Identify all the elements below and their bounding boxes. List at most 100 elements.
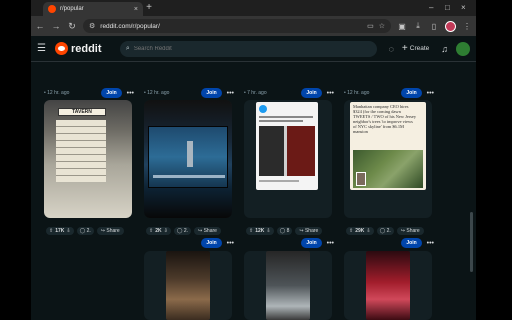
tab-title: r/popular — [60, 6, 84, 12]
headline-line: mansion — [353, 129, 368, 134]
upvote-icon[interactable]: ⇧ — [149, 228, 153, 234]
join-button[interactable]: Join — [301, 238, 322, 248]
share-icon: ↪ — [197, 228, 203, 234]
page-scrollbar[interactable] — [469, 62, 474, 320]
post-card[interactable] — [144, 251, 232, 320]
more-options-icon[interactable]: ••• — [427, 90, 434, 97]
box-stack — [56, 120, 106, 182]
more-options-icon[interactable]: ••• — [327, 240, 334, 247]
post-image-article[interactable]: Manhattan company CEO hires $324 (for th… — [350, 102, 426, 190]
post-image-video[interactable] — [166, 251, 210, 320]
back-icon[interactable]: ← — [35, 21, 45, 31]
tab-active[interactable]: r/popular × — [43, 2, 143, 16]
upvote-icon[interactable]: ⇧ — [49, 228, 53, 234]
share-button[interactable]: ↪ Share — [96, 227, 124, 235]
share-button[interactable]: ↪ Share — [295, 227, 323, 235]
site-info-icon[interactable]: ⚙ — [89, 22, 95, 30]
tv-screen — [148, 126, 228, 188]
close-window-icon[interactable]: × — [461, 3, 466, 13]
profile-avatar[interactable] — [445, 20, 456, 32]
more-options-icon[interactable]: ••• — [427, 240, 434, 247]
forward-icon[interactable]: → — [51, 21, 61, 31]
tab-strip: r/popular × + – □ × — [31, 0, 476, 16]
comment-count: 8 — [286, 228, 290, 234]
tweet-text-line — [259, 116, 313, 118]
extension-icon[interactable]: ▣ — [397, 22, 407, 31]
hamburger-menu-icon[interactable]: ☰ — [37, 43, 51, 54]
join-button[interactable]: Join — [201, 88, 222, 98]
post-image-tv-screen[interactable] — [144, 100, 232, 218]
vote-control[interactable]: ⇧ 17K ⇩ — [46, 227, 74, 235]
post-meta: • 12 hr. ago Join ••• — [144, 87, 234, 99]
article-inset-photo — [356, 172, 366, 186]
post-image-tweet[interactable] — [256, 102, 318, 190]
post-card[interactable] — [244, 251, 332, 320]
vote-control[interactable]: ⇧ 29K ⇩ — [346, 227, 374, 235]
join-button[interactable]: Join — [401, 88, 422, 98]
bookmark-star-icon[interactable]: ☆ — [379, 22, 385, 30]
new-tab-button[interactable]: + — [144, 3, 154, 13]
join-button[interactable]: Join — [301, 88, 322, 98]
cast-icon[interactable]: ▭ — [367, 22, 374, 30]
join-button[interactable]: Join — [201, 238, 222, 248]
share-label: Share — [406, 228, 420, 234]
share-button[interactable]: ↪ Share — [396, 227, 424, 235]
more-options-icon[interactable]: ••• — [127, 90, 134, 97]
post-image-window-view[interactable] — [266, 251, 310, 320]
upvote-icon[interactable]: ⇧ — [349, 228, 353, 234]
close-tab-icon[interactable]: × — [134, 6, 138, 13]
downvote-icon[interactable]: ⇩ — [366, 228, 370, 234]
tweet-footer — [259, 180, 299, 182]
post-card[interactable] — [344, 251, 432, 320]
more-options-icon[interactable]: ••• — [227, 240, 234, 247]
more-options-icon[interactable]: ••• — [327, 90, 334, 97]
upvote-icon[interactable]: ⇧ — [249, 228, 253, 234]
download-icon[interactable]: ⤓ — [413, 21, 423, 31]
search-input[interactable] — [133, 45, 371, 52]
downvote-icon[interactable]: ⇩ — [66, 228, 70, 234]
tweet-avatar — [259, 105, 267, 113]
post-meta: • 12 hr. ago Join ••• — [44, 87, 134, 99]
downvote-icon[interactable]: ⇩ — [164, 228, 168, 234]
join-button[interactable]: Join — [401, 238, 422, 248]
vote-count: 29K — [355, 228, 365, 234]
search-bar[interactable]: ⌕ — [119, 40, 377, 57]
comments-button[interactable]: ◯ 2. — [173, 227, 191, 235]
comments-button[interactable]: ◯ 2. — [76, 227, 94, 235]
url-text: reddit.com/r/popular/ — [100, 22, 160, 30]
post-card[interactable] — [244, 100, 332, 218]
reddit-header: ☰ reddit ⌕ ◌ +Create ♫ — [31, 36, 476, 62]
tweet-text-line — [259, 120, 303, 122]
pizza-box-label: TAVERN — [58, 108, 106, 116]
create-button[interactable]: + Create — [402, 43, 429, 54]
vote-control[interactable]: ⇧ 2K ⇩ — [146, 227, 171, 235]
post-image-pizza-boxes[interactable]: TAVERN — [44, 100, 132, 218]
more-options-icon[interactable]: ••• — [227, 90, 234, 97]
scrollbar-thumb[interactable] — [470, 212, 473, 272]
plus-icon: + — [401, 43, 408, 54]
minimize-icon[interactable]: – — [429, 3, 433, 13]
chat-icon[interactable]: ◌ — [389, 44, 394, 54]
share-icon: ↪ — [299, 228, 304, 234]
vote-control[interactable]: ⇧ 12K ⇩ — [246, 227, 274, 235]
post-card[interactable]: TAVERN — [44, 100, 132, 218]
post-card[interactable] — [144, 100, 232, 218]
comments-button[interactable]: ◯ 2. — [376, 227, 394, 235]
post-card[interactable]: Manhattan company CEO hires $324 (for th… — [344, 100, 432, 218]
user-avatar[interactable] — [456, 41, 471, 56]
brand-wordmark[interactable]: reddit — [71, 43, 117, 55]
share-button[interactable]: ↪ Share — [193, 227, 221, 235]
reload-icon[interactable]: ↻ — [67, 21, 77, 32]
browser-window: r/popular × + – □ × ← → ↻ ⚙ reddit.com/r… — [31, 0, 476, 320]
reddit-logo-icon[interactable] — [54, 42, 68, 55]
chrome-menu-icon[interactable]: ⋮ — [462, 22, 472, 31]
address-bar[interactable]: ⚙ reddit.com/r/popular/ ▭ ☆ — [83, 19, 391, 33]
sidepanel-icon[interactable]: ▯ — [429, 22, 439, 31]
post-image-person[interactable] — [366, 251, 410, 320]
join-button[interactable]: Join — [101, 88, 122, 98]
notifications-bell-icon[interactable]: ♫ — [441, 44, 448, 54]
comments-button[interactable]: ◯ 8 — [276, 227, 293, 235]
maximize-icon[interactable]: □ — [445, 3, 450, 13]
downvote-icon[interactable]: ⇩ — [266, 228, 270, 234]
reddit-favicon-icon — [48, 5, 56, 13]
